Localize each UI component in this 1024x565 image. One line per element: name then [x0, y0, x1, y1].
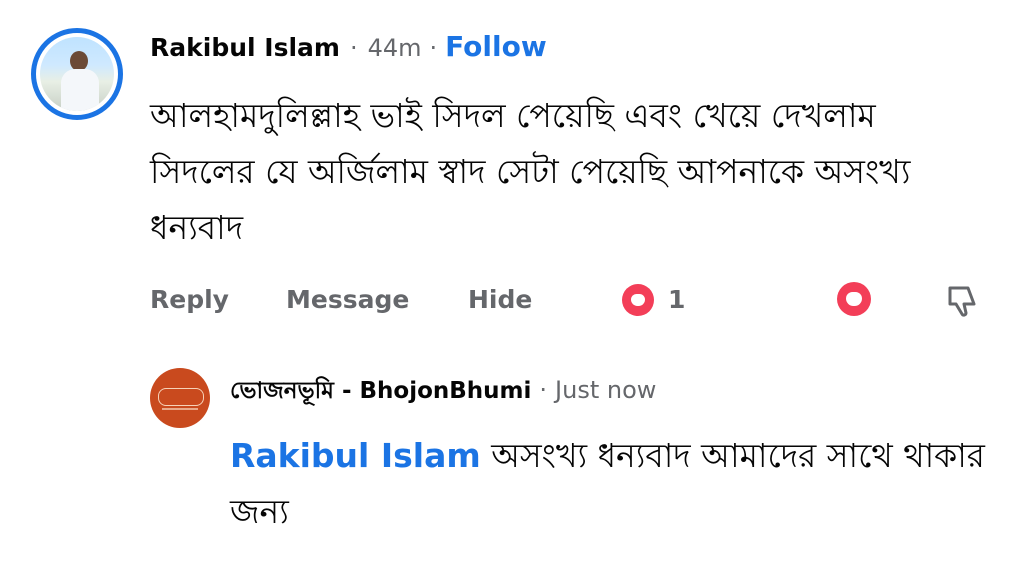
reply-header: ভোজনভূমি - BhojonBhumi · Just now	[230, 372, 656, 411]
thumbs-down-icon[interactable]	[944, 282, 980, 318]
separator: ·	[349, 34, 358, 62]
comment-text: আলহামদুলিল্লাহ ভাই সিদল পেয়েছি এবং খেয়…	[150, 96, 911, 247]
page-logo-line	[162, 408, 198, 410]
page-avatar[interactable]	[150, 368, 210, 428]
love-react-icon[interactable]	[837, 282, 871, 316]
mention-link[interactable]: Rakibul Islam	[230, 436, 481, 475]
message-button[interactable]: Message	[286, 280, 409, 320]
separator: ·	[429, 34, 438, 62]
follow-button[interactable]: Follow	[445, 30, 547, 63]
reply-time[interactable]: Just now	[555, 376, 656, 404]
comment-header: Rakibul Islam · 44m · Follow	[150, 30, 547, 63]
separator: ·	[539, 376, 548, 404]
comment-time[interactable]: 44m	[368, 34, 422, 62]
page-logo-mark	[158, 388, 204, 406]
love-reaction-icon[interactable]	[622, 284, 654, 316]
commenter-name[interactable]: Rakibul Islam	[150, 33, 340, 62]
person-head	[70, 51, 88, 71]
hide-button[interactable]: Hide	[468, 280, 532, 320]
reply-button[interactable]: Reply	[150, 280, 229, 320]
comment-actions: Reply Message Hide 1	[150, 280, 990, 320]
reply-author-name[interactable]: ভোজনভূমি - BhojonBhumi	[230, 372, 531, 411]
reply-text: Rakibul Islam অসংখ্য ধন্যবাদ আমাদের সাথে…	[230, 428, 990, 540]
reaction-count[interactable]: 1	[668, 280, 685, 320]
profile-photo	[40, 37, 114, 111]
person-body	[61, 69, 99, 111]
commenter-avatar[interactable]	[31, 28, 123, 120]
